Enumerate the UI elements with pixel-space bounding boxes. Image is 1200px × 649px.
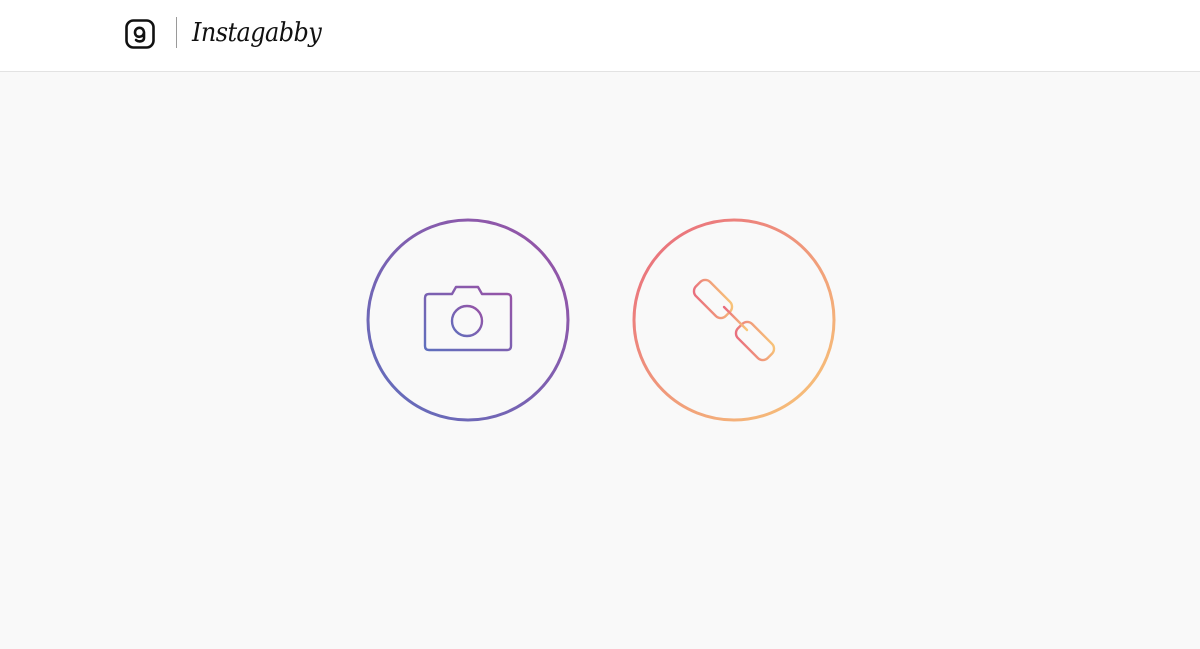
link-upload-button[interactable] <box>632 218 836 422</box>
logo-divider <box>176 17 177 48</box>
top-header: Instagabby <box>0 0 1200 72</box>
instagram-camera-icon[interactable] <box>124 18 156 50</box>
camera-upload-button[interactable] <box>366 218 570 422</box>
brand-wordmark[interactable]: Instagabby <box>192 15 322 51</box>
camera-icon <box>423 285 513 352</box>
link-icon <box>692 278 776 362</box>
